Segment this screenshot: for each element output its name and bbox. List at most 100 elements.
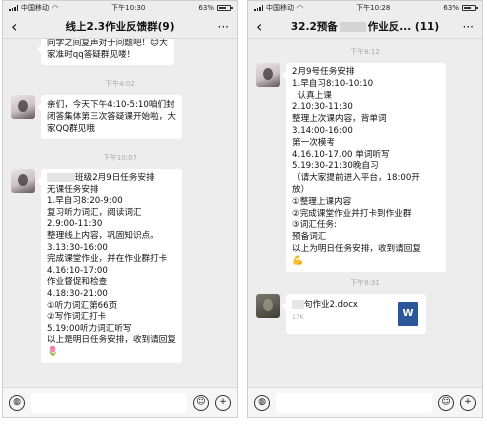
carrier-label: 中国移动 bbox=[266, 4, 294, 12]
muscle-emoji: 💪 bbox=[292, 255, 304, 266]
message-bubble[interactable]: 亲们，今天下午4:10-5:10咱们封 闭答集体第三次答疑课开始啦，大 家QQ群… bbox=[37, 95, 182, 139]
avatar[interactable] bbox=[11, 95, 35, 119]
message-line: 以上为明日任务安排，收到请回复 bbox=[292, 243, 421, 254]
avatar[interactable] bbox=[256, 293, 280, 318]
file-name: 句作业2.docx bbox=[304, 299, 358, 310]
input-bar: ◍ ☺ + bbox=[248, 387, 482, 417]
message-line: （请大家提前进入平台，18:00开 bbox=[292, 173, 420, 184]
message-input[interactable] bbox=[31, 392, 187, 413]
voice-icon[interactable]: ◍ bbox=[9, 394, 25, 411]
right-phone-screen: 中国移动 ◠ 下午10:28 63% ‹ 32.2预备 作业反... (11) ·… bbox=[247, 0, 483, 418]
back-arrow-icon[interactable]: ‹ bbox=[11, 17, 29, 36]
message-item: 句作业2.docx 17K W bbox=[256, 293, 474, 334]
message-line: 无课任务安排 bbox=[47, 184, 99, 195]
wifi-icon: ◠ bbox=[52, 4, 59, 12]
chat-title-part: 32.2预备 bbox=[290, 21, 338, 33]
more-icon[interactable]: ··· bbox=[456, 20, 474, 34]
plus-icon[interactable]: + bbox=[460, 394, 476, 411]
message-line: 4.16.10-17.00 单词听写 bbox=[292, 149, 390, 160]
message-bubble[interactable]: 班级2月9日任务安排 无课任务安排 1.早自习8:20-9:00 复习听力词汇，… bbox=[37, 169, 182, 363]
battery-icon bbox=[216, 5, 233, 11]
signal-icon bbox=[9, 5, 18, 11]
message-item: 2月9号任务安排 1.早自习8:10-10:10 认真上课 2.10:30-11… bbox=[256, 63, 474, 272]
battery-icon bbox=[461, 5, 478, 11]
avatar[interactable] bbox=[11, 169, 35, 193]
message-bubble[interactable]: 2月9号任务安排 1.早自习8:10-10:10 认真上课 2.10:30-11… bbox=[282, 63, 446, 272]
timestamp: 下午4:02 bbox=[105, 80, 135, 88]
chat-title-part: 作业反... (11) bbox=[367, 21, 440, 33]
avatar[interactable] bbox=[256, 63, 280, 87]
message-line: ①听力词汇第66页 bbox=[47, 300, 118, 311]
message-line: ③词汇任务: bbox=[292, 220, 337, 231]
message-line: 以上是明日任务安排，收到请回复 bbox=[47, 335, 176, 346]
message-line: 整理线上内容，巩固知识点。 bbox=[47, 230, 159, 241]
message-text: 班级2月9日任务安排 bbox=[75, 173, 155, 183]
battery-percent: 63% bbox=[443, 4, 459, 12]
message-line: 作业督促和检查 bbox=[47, 277, 108, 288]
timestamp: 下午8:31 bbox=[350, 278, 380, 287]
message-list[interactable]: 下午8:12 2月9号任务安排 1.早自习8:10-10:10 认真上课 2.1… bbox=[248, 39, 482, 389]
message-line: 5.19:30-21:30晚自习 bbox=[292, 161, 379, 172]
message-line: 认真上课 bbox=[292, 90, 332, 101]
message-line: 放） bbox=[292, 184, 310, 195]
message-line: 1.早自习8:20-9:00 bbox=[47, 196, 123, 207]
message-line: 2.10:30-11:30 bbox=[292, 102, 353, 113]
emoji-icon[interactable]: ☺ bbox=[438, 394, 454, 411]
chat-title: 线上2.3作业反馈群(9) bbox=[65, 21, 175, 33]
clock: 下午10:28 bbox=[356, 4, 391, 12]
file-attachment[interactable]: 句作业2.docx 17K W bbox=[282, 293, 426, 334]
message-line: 家QQ群见哦 bbox=[47, 124, 95, 134]
signal-icon bbox=[254, 5, 263, 11]
message-item: 同学之间复声对于问题吧！😊大 家准时qq答疑群见喽！ bbox=[11, 39, 229, 65]
message-line: 闭答集体第三次答疑课开始啦，大 bbox=[47, 112, 176, 122]
message-item: 亲们，今天下午4:10-5:10咱们封 闭答集体第三次答疑课开始啦，大 家QQ群… bbox=[11, 95, 229, 139]
message-line: 4.18:30-21:00 bbox=[47, 288, 108, 299]
message-line: 3.13:30-16:00 bbox=[47, 242, 108, 253]
message-line: ②写作词汇打卡 bbox=[47, 312, 107, 323]
redacted-block bbox=[292, 299, 304, 309]
redacted-block bbox=[47, 173, 75, 182]
status-bar: 中国移动 ◠ 下午10:30 63% bbox=[3, 1, 237, 15]
carrier-label: 中国移动 bbox=[21, 4, 49, 12]
chat-header: ‹ 线上2.3作业反馈群(9) ··· bbox=[3, 15, 237, 39]
message-line: 5.19:00听力词汇听写 bbox=[47, 323, 132, 334]
emoji-icon[interactable]: ☺ bbox=[193, 394, 209, 411]
message-line: 第一次模考 bbox=[292, 137, 335, 148]
message-line: 3.14:00-16:00 bbox=[292, 125, 353, 136]
battery-percent: 63% bbox=[198, 4, 214, 12]
word-doc-icon: W bbox=[398, 301, 418, 326]
message-line: 4.16:10-17:00 bbox=[47, 265, 108, 276]
message-input[interactable] bbox=[276, 392, 432, 413]
message-line: 2月9号任务安排 bbox=[292, 67, 355, 77]
left-phone-screen: 中国移动 ◠ 下午10:30 63% ‹ 线上2.3作业反馈群(9) ··· 同… bbox=[2, 0, 238, 418]
input-bar: ◍ ☺ + bbox=[3, 387, 237, 417]
wifi-icon: ◠ bbox=[297, 4, 304, 12]
voice-icon[interactable]: ◍ bbox=[254, 394, 270, 411]
message-line: 同学之间复声对于问题吧！😊大 bbox=[47, 39, 168, 48]
chat-title: 32.2预备 作业反... (11) bbox=[274, 19, 456, 34]
chat-header: ‹ 32.2预备 作业反... (11) ··· bbox=[248, 15, 482, 39]
message-line: ①整理上课内容 bbox=[292, 196, 352, 207]
message-line: 预备词汇 bbox=[292, 232, 327, 243]
clock: 下午10:30 bbox=[111, 4, 146, 12]
message-line: 班级2月9日任务安排 bbox=[47, 173, 176, 185]
message-line: 家准时qq答疑群见喽！ bbox=[47, 50, 136, 60]
plus-icon[interactable]: + bbox=[215, 394, 231, 411]
message-bubble[interactable]: 同学之间复声对于问题吧！😊大 家准时qq答疑群见喽！ bbox=[37, 39, 174, 65]
redacted-block bbox=[339, 22, 366, 32]
more-icon[interactable]: ··· bbox=[211, 20, 229, 34]
message-line: 亲们，今天下午4:10-5:10咱们封 bbox=[47, 100, 175, 110]
message-line: 2.9:00-11:30 bbox=[47, 219, 103, 230]
message-line: 整理上次课内容，背单词 bbox=[292, 114, 387, 125]
message-line: 1.早自习8:10-10:10 bbox=[292, 78, 374, 89]
flower-emoji: 🌷 bbox=[47, 346, 59, 357]
timestamp: 下午8:12 bbox=[350, 48, 380, 56]
message-line: ②完成课堂作业并打卡到作业群 bbox=[292, 208, 412, 219]
back-arrow-icon[interactable]: ‹ bbox=[256, 17, 274, 36]
message-line: 复习听力词汇，阅读词汇 bbox=[47, 207, 142, 218]
message-line: 完成课堂作业，并在作业群打卡 bbox=[47, 254, 168, 265]
timestamp: 下午10:07 bbox=[102, 154, 138, 162]
message-item: 班级2月9日任务安排 无课任务安排 1.早自习8:20-9:00 复习听力词汇，… bbox=[11, 169, 229, 363]
message-list[interactable]: 同学之间复声对于问题吧！😊大 家准时qq答疑群见喽！ 下午4:02 亲们，今天下… bbox=[3, 39, 237, 389]
status-bar: 中国移动 ◠ 下午10:28 63% bbox=[248, 1, 482, 15]
